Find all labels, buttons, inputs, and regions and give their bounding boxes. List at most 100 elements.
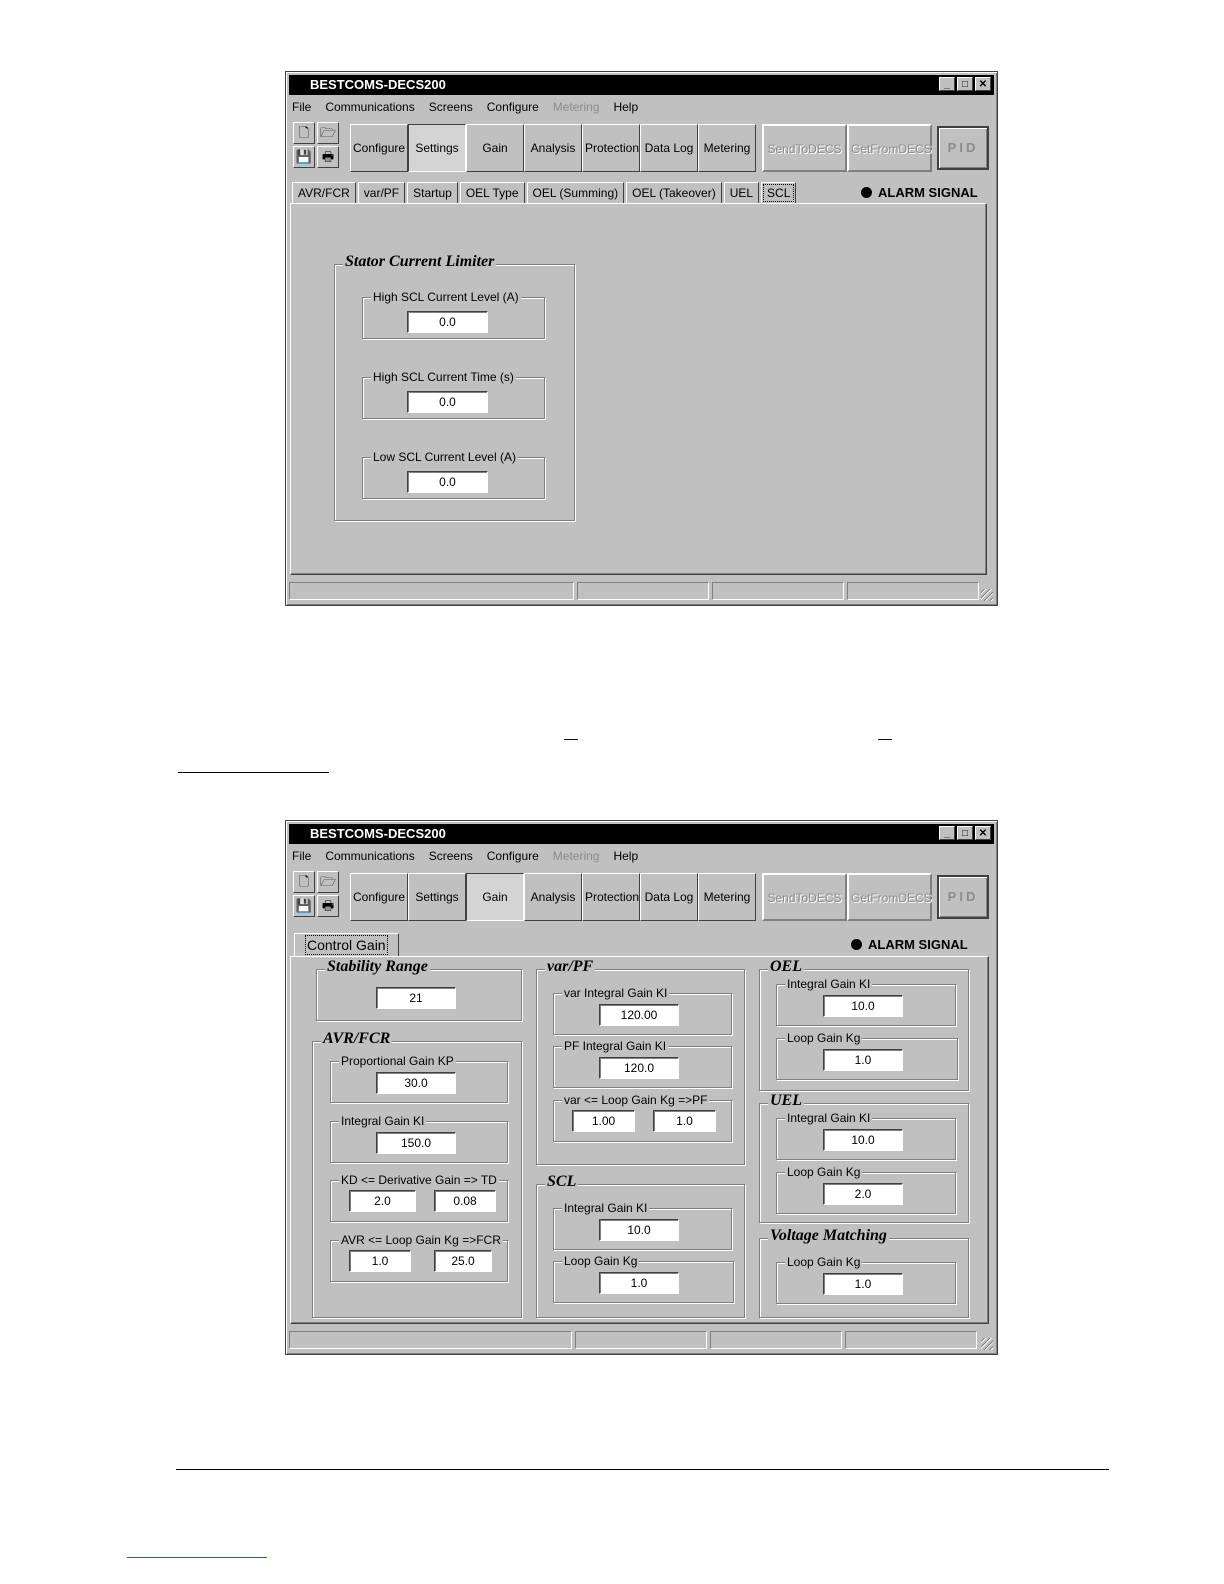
close-button[interactable]: ✕: [975, 77, 991, 91]
gain-button[interactable]: Gain: [466, 873, 524, 921]
fcr-loop-gain-input[interactable]: 25.0: [434, 1250, 492, 1272]
resize-grip-icon[interactable]: [981, 589, 993, 601]
menu-configure[interactable]: Configure: [487, 98, 539, 116]
maximize-button[interactable]: □: [957, 826, 973, 840]
data-log-button[interactable]: Data Log: [640, 124, 698, 172]
tab-var-pf[interactable]: var/PF: [357, 182, 406, 204]
analysis-button[interactable]: Analysis: [524, 873, 582, 921]
pid-button[interactable]: PID: [937, 126, 989, 170]
new-file-icon[interactable]: 🗋: [293, 871, 315, 893]
group-title: AVR/FCR: [321, 1030, 393, 1048]
avr-loop-gain-input[interactable]: 1.0: [349, 1250, 411, 1272]
var-loop-gain-input[interactable]: 1.00: [572, 1110, 635, 1132]
save-icon[interactable]: 💾: [293, 146, 315, 168]
print-icon[interactable]: 🖶: [317, 146, 339, 168]
menu-bar: File Communications Screens Configure Me…: [292, 847, 638, 865]
uel-group: UEL Integral Gain KI 10.0 Loop Gain Kg 2…: [759, 1092, 969, 1223]
close-button[interactable]: ✕: [975, 826, 991, 840]
analysis-button[interactable]: Analysis: [524, 124, 582, 172]
get-from-decs-button: GetFromDECS: [847, 873, 932, 921]
configure-button[interactable]: Configure: [350, 873, 408, 921]
field-label: var Integral Gain KI: [562, 986, 670, 1000]
new-file-icon[interactable]: 🗋: [293, 122, 315, 144]
oel-integral-gain-input[interactable]: 10.0: [823, 995, 903, 1017]
gain-button[interactable]: Gain: [466, 124, 524, 172]
get-from-decs-button: GetFromDECS: [847, 124, 932, 172]
scl-loop-gain-input[interactable]: 1.0: [599, 1272, 679, 1294]
kd-input[interactable]: 2.0: [349, 1190, 416, 1212]
data-log-button[interactable]: Data Log: [640, 873, 698, 921]
metering-button[interactable]: Metering: [698, 124, 756, 172]
uel-integral-gain-input[interactable]: 10.0: [823, 1129, 903, 1151]
resize-grip-icon[interactable]: [981, 1338, 993, 1350]
integral-gain-ki-input[interactable]: 150.0: [376, 1132, 456, 1154]
minimize-button[interactable]: _: [939, 77, 955, 91]
maximize-button[interactable]: □: [957, 77, 973, 91]
protection-button[interactable]: Protection: [582, 124, 640, 172]
menu-screens[interactable]: Screens: [429, 98, 473, 116]
settings-button[interactable]: Settings: [408, 873, 466, 921]
scl-integral-gain-input[interactable]: 10.0: [599, 1219, 679, 1241]
menu-help[interactable]: Help: [613, 847, 638, 865]
td-input[interactable]: 0.08: [434, 1190, 496, 1212]
alarm-label: ALARM SIGNAL: [878, 185, 978, 200]
tab-oel-takeover[interactable]: OEL (Takeover): [626, 182, 722, 204]
title-bar[interactable]: BESTCOMS-DECS200 _ □ ✕: [289, 824, 994, 844]
menu-file[interactable]: File: [292, 847, 311, 865]
protection-button[interactable]: Protection: [582, 873, 640, 921]
footer-rule: [176, 1469, 1109, 1470]
low-scl-current-level-input[interactable]: 0.0: [407, 471, 488, 493]
menu-communications[interactable]: Communications: [325, 98, 414, 116]
pf-loop-gain-input[interactable]: 1.0: [653, 1110, 716, 1132]
group-title: var/PF: [545, 958, 596, 976]
status-bar: [289, 582, 994, 602]
voltage-matching-group: Voltage Matching Loop Gain Kg 1.0: [759, 1227, 969, 1318]
tab-content-panel: Stator Current Limiter High SCL Current …: [290, 203, 987, 575]
metering-button[interactable]: Metering: [698, 873, 756, 921]
pf-integral-gain-input[interactable]: 120.0: [599, 1057, 679, 1079]
status-bar: [289, 1331, 994, 1351]
tab-uel[interactable]: UEL: [723, 182, 760, 204]
tab-oel-summing[interactable]: OEL (Summing): [526, 182, 625, 204]
menu-help[interactable]: Help: [613, 98, 638, 116]
tab-scl[interactable]: SCL: [761, 182, 797, 204]
open-folder-icon[interactable]: 🗁: [317, 871, 339, 893]
field-label: Low SCL Current Level (A): [371, 450, 518, 464]
var-integral-gain-input[interactable]: 120.00: [599, 1004, 679, 1026]
proportional-gain-kp-input[interactable]: 30.0: [376, 1072, 456, 1094]
menu-communications[interactable]: Communications: [325, 847, 414, 865]
menu-configure[interactable]: Configure: [487, 847, 539, 865]
tab-startup[interactable]: Startup: [407, 182, 458, 204]
group-title: SCL: [545, 1173, 579, 1191]
stability-range-input[interactable]: 21: [376, 987, 456, 1009]
menu-metering: Metering: [552, 100, 600, 114]
tab-oel-type[interactable]: OEL Type: [459, 182, 525, 204]
configure-button[interactable]: Configure: [350, 124, 408, 172]
uel-integral-gain-box: Integral Gain KI 10.0: [776, 1111, 956, 1160]
group-title: Stability Range: [325, 958, 430, 976]
oel-loop-gain-input[interactable]: 1.0: [823, 1049, 903, 1071]
uel-loop-gain-input[interactable]: 2.0: [823, 1183, 903, 1205]
minimize-button[interactable]: _: [939, 826, 955, 840]
high-scl-current-level-box: High SCL Current Level (A) 0.0: [362, 290, 545, 339]
settings-button[interactable]: Settings: [408, 124, 466, 172]
voltage-matching-loop-gain-input[interactable]: 1.0: [823, 1273, 903, 1295]
tab-control-gain[interactable]: Control Gain: [294, 933, 399, 957]
alarm-indicator: ALARM SIGNAL: [861, 185, 978, 200]
menu-screens[interactable]: Screens: [429, 847, 473, 865]
tab-avr-fcr[interactable]: AVR/FCR: [292, 182, 356, 204]
high-scl-current-time-input[interactable]: 0.0: [407, 391, 488, 413]
window-scl-settings: BESTCOMS-DECS200 _ □ ✕ File Communicatio…: [285, 71, 998, 606]
save-icon[interactable]: 💾: [293, 895, 315, 917]
voltage-matching-loop-gain-box: Loop Gain Kg 1.0: [776, 1255, 956, 1304]
window-title: BESTCOMS-DECS200: [310, 826, 446, 841]
print-icon[interactable]: 🖶: [317, 895, 339, 917]
field-label: KD <= Derivative Gain => TD: [339, 1173, 499, 1187]
oel-loop-gain-box: Loop Gain Kg 1.0: [776, 1031, 958, 1080]
window-control-gain: BESTCOMS-DECS200 _ □ ✕ File Communicatio…: [285, 820, 998, 1355]
menu-file[interactable]: File: [292, 98, 311, 116]
open-folder-icon[interactable]: 🗁: [317, 122, 339, 144]
title-bar[interactable]: BESTCOMS-DECS200 _ □ ✕: [289, 75, 994, 95]
high-scl-current-level-input[interactable]: 0.0: [407, 311, 488, 333]
file-icon-pad: 🗋 🗁 💾 🖶: [293, 871, 343, 921]
